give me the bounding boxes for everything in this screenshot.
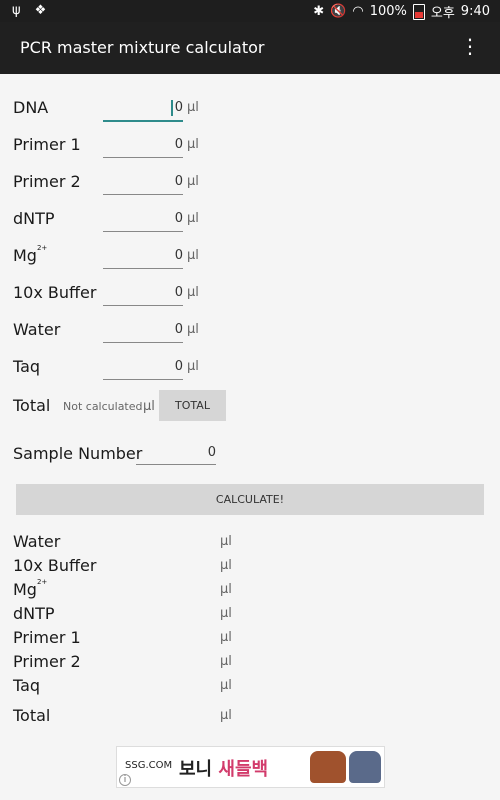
water-unit: μl — [187, 322, 199, 337]
input-row-primer1: Primer 1 0 μl — [13, 129, 263, 165]
input-row-buffer: 10x Buffer 0 μl — [13, 277, 263, 313]
result-mg-unit: μl — [220, 582, 232, 597]
input-row-dntp: dNTP 0 μl — [13, 203, 263, 239]
result-row-mg: Mg2+ μl — [13, 578, 313, 602]
buffer-input[interactable]: 0 — [103, 281, 183, 306]
usb-icon: ψ — [12, 3, 21, 18]
ad-info-icon[interactable]: i — [119, 774, 131, 786]
notification-icon: ❖ — [34, 3, 47, 18]
result-total-unit: μl — [220, 708, 232, 723]
dntp-unit: μl — [187, 211, 199, 226]
result-mg-label: Mg2+ — [13, 578, 48, 599]
app-bar: PCR master mixture calculator ⋮ — [0, 22, 500, 74]
ampm-label: 오후 — [430, 6, 455, 21]
result-taq-unit: μl — [220, 678, 232, 693]
result-taq-label: Taq — [13, 676, 41, 695]
primer2-unit: μl — [187, 174, 199, 189]
result-primer1-label: Primer 1 — [13, 628, 81, 647]
result-water-label: Water — [13, 532, 61, 551]
input-row-mg: Mg2+ 0 μl — [13, 240, 263, 276]
status-bar: ψ ❖ ✱ 🔇 ◠ 100% 오후 9:40 — [0, 0, 500, 22]
ad-banner[interactable]: SSG.COM 보니 새들백 i — [116, 746, 385, 788]
ad-text: 보니 새들백 — [179, 759, 269, 780]
result-row-total: Total μl — [13, 704, 313, 728]
result-total-label: Total — [13, 706, 51, 725]
total-value: Not calculated — [63, 400, 143, 413]
app-title: PCR master mixture calculator — [20, 38, 265, 57]
water-label: Water — [13, 320, 61, 339]
result-row-buffer: 10x Buffer μl — [13, 554, 313, 578]
result-row-water: Water μl — [13, 530, 313, 554]
total-row: Total Not calculated μl TOTAL — [13, 390, 313, 422]
primer2-input[interactable]: 0 — [103, 170, 183, 195]
dna-label: DNA — [13, 98, 49, 117]
result-row-dntp: dNTP μl — [13, 602, 313, 626]
clock: 9:40 — [460, 4, 490, 19]
input-row-primer2: Primer 2 0 μl — [13, 166, 263, 202]
primer1-label: Primer 1 — [13, 135, 81, 154]
result-row-taq: Taq μl — [13, 674, 313, 698]
ad-bag-brown-image — [310, 751, 346, 783]
battery-icon — [412, 3, 425, 20]
result-primer1-unit: μl — [220, 630, 232, 645]
mg-label: Mg2+ — [13, 244, 48, 265]
buffer-label: 10x Buffer — [13, 283, 97, 302]
input-row-taq: Taq 0 μl — [13, 351, 263, 387]
calculate-button[interactable]: CALCULATE! — [16, 484, 484, 515]
taq-input[interactable]: 0 — [103, 355, 183, 380]
result-row-primer1: Primer 1 μl — [13, 626, 313, 650]
overflow-menu-icon[interactable]: ⋮ — [460, 36, 480, 56]
water-input[interactable]: 0 — [103, 318, 183, 343]
dna-unit: μl — [187, 100, 199, 115]
result-dntp-unit: μl — [220, 606, 232, 621]
dntp-input[interactable]: 0 — [103, 207, 183, 232]
buffer-unit: μl — [187, 285, 199, 300]
bluetooth-icon: ✱ — [313, 3, 325, 19]
taq-unit: μl — [187, 359, 199, 374]
primer2-label: Primer 2 — [13, 172, 81, 191]
primer1-input[interactable]: 0 — [103, 133, 183, 158]
mg-unit: μl — [187, 248, 199, 263]
mute-icon: 🔇 — [330, 3, 347, 19]
battery-percent: 100% — [369, 4, 407, 19]
ad-bag-blue-image — [349, 751, 381, 783]
input-row-water: Water 0 μl — [13, 314, 263, 350]
total-label: Total — [13, 396, 51, 415]
sample-row: Sample Number 0 — [13, 440, 233, 470]
results-list: Water μl 10x Buffer μl Mg2+ μl dNTP μl P… — [13, 530, 313, 728]
sample-label: Sample Number — [13, 444, 143, 463]
result-buffer-unit: μl — [220, 558, 232, 573]
total-unit: μl — [143, 399, 155, 414]
result-dntp-label: dNTP — [13, 604, 55, 623]
wifi-icon: ◠ — [352, 3, 364, 19]
primer1-unit: μl — [187, 137, 199, 152]
text-cursor — [170, 99, 173, 116]
sample-input[interactable]: 0 — [136, 442, 216, 465]
ad-brand: SSG.COM — [125, 760, 173, 771]
result-buffer-label: 10x Buffer — [13, 556, 97, 575]
result-row-primer2: Primer 2 μl — [13, 650, 313, 674]
result-water-unit: μl — [220, 534, 232, 549]
mg-input[interactable]: 0 — [103, 244, 183, 269]
input-row-dna: DNA 0 μl — [13, 92, 263, 128]
total-button[interactable]: TOTAL — [159, 390, 226, 421]
dna-input[interactable]: 0 — [103, 96, 183, 122]
result-primer2-label: Primer 2 — [13, 652, 81, 671]
taq-label: Taq — [13, 357, 41, 376]
result-primer2-unit: μl — [220, 654, 232, 669]
dntp-label: dNTP — [13, 209, 55, 228]
